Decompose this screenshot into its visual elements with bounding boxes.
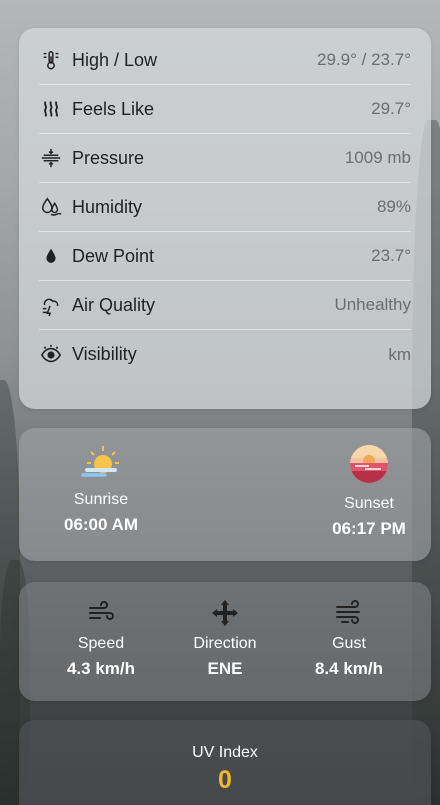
detail-value: 23.7° [371, 246, 411, 265]
detail-value: 29.9° / 23.7° [317, 50, 411, 69]
wind-card: Speed 4.3 km/h Direction ENE Gust 8.4 km… [19, 582, 431, 701]
detail-label: Feels Like [72, 98, 155, 119]
uv-index-label: UV Index [192, 744, 258, 761]
detail-value: Unhealthy [334, 295, 411, 314]
sunrise-time: 06:00 AM [63, 515, 138, 534]
detail-label: Dew Point [72, 245, 155, 266]
detail-row-dew-point: Dew Point 23.7° [39, 232, 411, 281]
gust-icon [336, 600, 360, 624]
wind-speed-block: Speed 4.3 km/h [41, 598, 161, 679]
sunrise-block: Sunrise 06:00 AM [39, 444, 163, 535]
detail-value: 1009 mb [344, 148, 411, 167]
wind-gust-block: Gust 8.4 km/h [289, 598, 409, 679]
thermometer-icon [39, 48, 63, 72]
detail-row-visibility: Visibility km [39, 330, 411, 379]
gust-label: Gust [332, 635, 366, 652]
weather-details-card: High / Low 29.9° / 23.7° Feels Like 29.7… [19, 28, 431, 409]
sunrise-sunset-card: Sunrise 06:00 AM Sunset 06:17 PM [19, 428, 431, 561]
wind-direction-block: Direction ENE [165, 598, 285, 679]
detail-value: 89% [376, 197, 411, 216]
detail-value: 29.7° [371, 99, 411, 118]
sunset-icon [350, 445, 388, 483]
heat-waves-icon [39, 97, 63, 121]
sunrise-label: Sunrise [73, 491, 129, 508]
detail-label: Visibility [72, 344, 137, 364]
detail-label: High / Low [72, 49, 158, 70]
sunset-label: Sunset [344, 495, 394, 512]
air-quality-icon [39, 293, 63, 317]
detail-label: Humidity [72, 196, 143, 217]
detail-value: km [388, 344, 411, 364]
sunset-time: 06:17 PM [332, 519, 406, 538]
sunset-block: Sunset 06:17 PM [309, 444, 429, 539]
speed-value: 4.3 km/h [66, 659, 136, 678]
pressure-icon [39, 146, 63, 170]
uv-index-card: UV Index 0 [19, 720, 431, 805]
wind-speed-icon [89, 601, 114, 620]
speed-label: Speed [77, 635, 125, 652]
direction-label: Direction [193, 635, 257, 652]
detail-row-pressure: Pressure 1009 mb [39, 134, 411, 183]
humidity-icon [39, 195, 63, 219]
detail-row-feels-like: Feels Like 29.7° [39, 85, 411, 134]
detail-row-humidity: Humidity 89% [39, 183, 411, 232]
detail-row-high-low: High / Low 29.9° / 23.7° [39, 36, 411, 85]
droplet-icon [39, 244, 63, 268]
sunrise-icon [81, 446, 119, 477]
direction-value: ENE [207, 659, 243, 678]
detail-row-air-quality: Air Quality Unhealthy [39, 281, 411, 330]
eye-icon [39, 343, 63, 367]
compass-arrows-icon [212, 600, 238, 626]
uv-index-value: 0 [218, 766, 232, 794]
detail-label: Air Quality [72, 294, 156, 315]
gust-value: 8.4 km/h [314, 659, 384, 678]
detail-label: Pressure [72, 147, 145, 168]
